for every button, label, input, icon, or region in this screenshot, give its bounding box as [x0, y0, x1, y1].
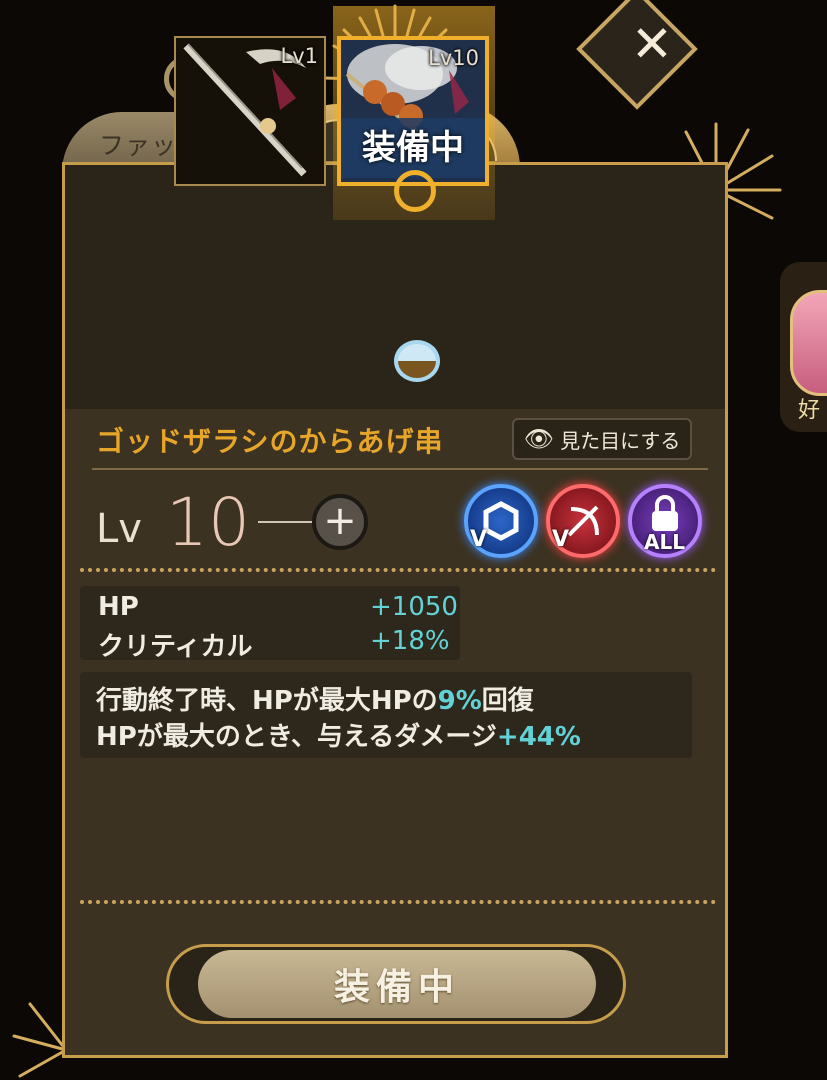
effect-line-2: HPが最大のとき、与えるダメージ+44%: [96, 716, 581, 753]
close-icon[interactable]: ✕: [622, 14, 682, 74]
equipped-label: 装備中: [341, 118, 485, 178]
effect-2-text: HPが最大のとき、与えるダメージ: [96, 722, 497, 752]
bow-badge[interactable]: V: [546, 484, 620, 558]
set-appearance-button[interactable]: 👁 見た目にする: [512, 418, 692, 460]
item-slot-scythe[interactable]: Lv1: [174, 36, 326, 186]
effect-1-suffix: 回復: [481, 686, 534, 716]
effect-2-value: +44%: [496, 722, 581, 752]
stat-value-hp: +1050: [370, 592, 458, 622]
stat-value-critical: +18%: [370, 626, 450, 656]
item-level-tag: Lv10: [428, 46, 479, 70]
selection-ring-bottom: [394, 340, 440, 382]
effect-line-1: 行動終了時、HPが最大HPの9%回復: [96, 680, 534, 717]
equip-button-label: 装備中: [333, 967, 460, 1008]
side-panel-text: 好: [798, 398, 821, 423]
heart-icon[interactable]: [790, 290, 827, 396]
effect-1-value: 9%: [437, 686, 482, 716]
dotted-divider-top: [80, 568, 716, 572]
level-connector: [258, 521, 316, 523]
item-name: ゴッドザラシのからあげ串: [96, 425, 444, 458]
bow-badge-sub: V: [552, 527, 570, 552]
dotted-divider-bottom: [80, 900, 716, 904]
shield-badge[interactable]: V: [464, 484, 538, 558]
stat-name-hp: HP: [98, 592, 139, 622]
set-appearance-label: 見た目にする: [560, 428, 681, 453]
level-prefix: Lv: [96, 506, 142, 552]
equip-button[interactable]: 装備中: [198, 950, 596, 1018]
item-slot-karaage[interactable]: Lv10 装備中: [337, 36, 489, 186]
shield-badge-sub: V: [470, 527, 488, 552]
stat-name-critical: クリティカル: [98, 632, 253, 662]
level-value: 10: [166, 484, 250, 561]
item-level-tag: Lv1: [280, 44, 319, 68]
eye-icon: 👁: [523, 425, 555, 453]
name-divider: [92, 468, 708, 470]
lock-badge[interactable]: ALL: [628, 484, 702, 558]
level-up-button[interactable]: +: [312, 494, 368, 550]
selection-ring-top: [394, 170, 436, 212]
lock-badge-sub: ALL: [644, 530, 685, 554]
lock-icon: [652, 495, 678, 531]
effect-1-text: 行動終了時、HPが最大HPの: [96, 686, 438, 716]
